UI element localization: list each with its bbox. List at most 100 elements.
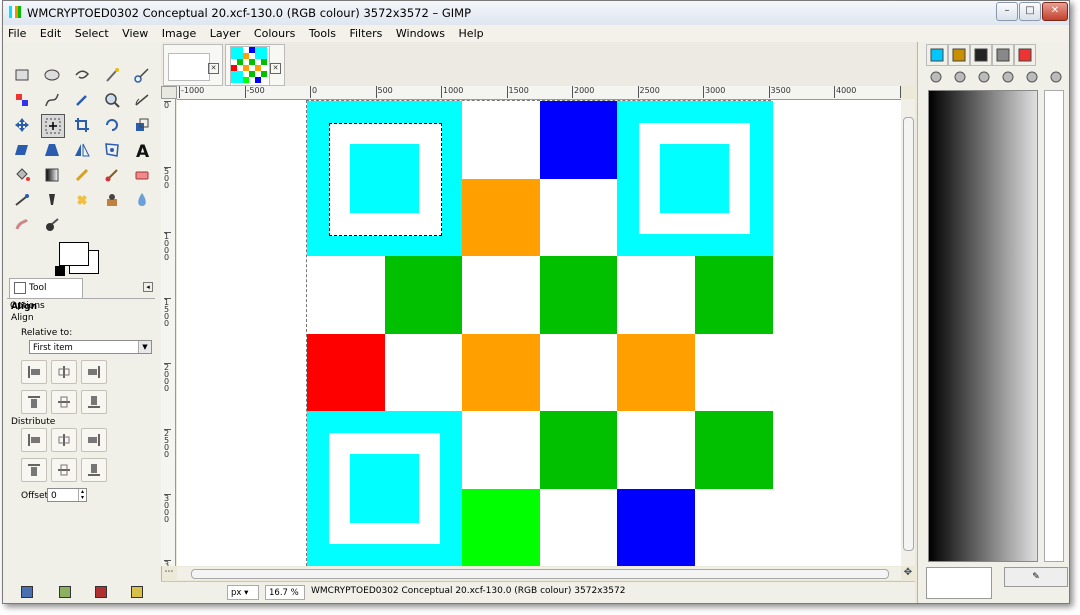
align-top-edge-button[interactable]: [21, 390, 47, 414]
eraser-tool[interactable]: [131, 164, 153, 186]
zoom-tool[interactable]: [101, 89, 123, 111]
layers-dock-tab[interactable]: [926, 67, 946, 87]
distribute-top-button[interactable]: [21, 458, 47, 482]
crop-tool[interactable]: [71, 114, 93, 136]
menu-tools[interactable]: Tools: [304, 25, 341, 42]
pencil-tool[interactable]: [71, 164, 93, 186]
menu-colours[interactable]: Colours: [249, 25, 300, 42]
colormap-dock-tab[interactable]: [998, 67, 1018, 87]
airbrush-tool[interactable]: [11, 189, 33, 211]
align-middle-button[interactable]: [51, 390, 77, 414]
brushes-tab[interactable]: [926, 44, 948, 66]
close-button[interactable]: ✕: [1042, 2, 1068, 21]
vertical-ruler[interactable]: 0 500 1000 1500 2000 2500 3000 3500: [161, 99, 176, 566]
dock-edit-button[interactable]: ✎: [1004, 567, 1068, 587]
palettes-tab[interactable]: [1014, 44, 1036, 66]
move-tool[interactable]: [11, 114, 33, 136]
scroll-thumb[interactable]: [903, 117, 914, 551]
paths-dock-dock-tab[interactable]: [974, 67, 994, 87]
undo-dock-tab[interactable]: [1046, 67, 1066, 87]
close-icon[interactable]: ✕: [208, 63, 219, 74]
default-colors-icon[interactable]: [55, 266, 65, 276]
gradient-preview[interactable]: [928, 90, 1038, 562]
ellipse-select-tool[interactable]: [41, 64, 63, 86]
menu-help[interactable]: Help: [454, 25, 489, 42]
color-picker-tool[interactable]: [71, 89, 93, 111]
measure-tool[interactable]: [131, 89, 153, 111]
close-icon[interactable]: ✕: [270, 63, 281, 74]
quick-mask-icon[interactable]: ⋯: [163, 567, 175, 580]
navigate-icon[interactable]: ✥: [901, 567, 915, 580]
shear-tool[interactable]: [11, 139, 33, 161]
canvas-area[interactable]: [177, 100, 901, 566]
menu-edit[interactable]: Edit: [35, 25, 66, 42]
paths-tool[interactable]: [41, 89, 63, 111]
smudge-tool[interactable]: [11, 214, 33, 236]
save-options-icon[interactable]: [21, 586, 33, 598]
delete-options-icon[interactable]: [95, 586, 107, 598]
blur-tool[interactable]: [131, 189, 153, 211]
rect-select-tool[interactable]: [11, 64, 33, 86]
minimize-button[interactable]: –: [996, 2, 1018, 21]
color-select-tool[interactable]: [11, 89, 33, 111]
gradients-tab[interactable]: [992, 44, 1014, 66]
text-tool[interactable]: A: [131, 139, 153, 161]
horizontal-scrollbar[interactable]: [177, 567, 901, 580]
restore-options-icon[interactable]: [59, 586, 71, 598]
menu-windows[interactable]: Windows: [391, 25, 450, 42]
scale-tool[interactable]: [131, 114, 153, 136]
rotate-tool[interactable]: [101, 114, 123, 136]
menu-image[interactable]: Image: [157, 25, 201, 42]
fuzzy-select-tool[interactable]: [101, 64, 123, 86]
reset-options-icon[interactable]: [131, 586, 143, 598]
perspective-tool[interactable]: [41, 139, 63, 161]
relative-to-select[interactable]: First item ▼: [29, 340, 152, 354]
paintbrush-tool[interactable]: [101, 164, 123, 186]
secondary-panel[interactable]: [1044, 90, 1064, 562]
dock-preview[interactable]: [926, 567, 992, 599]
ruler-corner[interactable]: [161, 86, 177, 99]
vertical-scrollbar[interactable]: [901, 99, 915, 566]
align-left-edge-button[interactable]: [21, 360, 47, 384]
distribute-middle-button[interactable]: [51, 458, 77, 482]
foreground-color-swatch[interactable]: [59, 242, 89, 266]
fg-bg-colors[interactable]: [55, 238, 105, 276]
image-tab-blank[interactable]: ✕: [163, 44, 223, 86]
menu-filters[interactable]: Filters: [344, 25, 387, 42]
maximize-button[interactable]: □: [1019, 2, 1041, 21]
heal-tool[interactable]: [71, 189, 93, 211]
lasso-tool[interactable]: [71, 64, 93, 86]
menu-file[interactable]: File: [3, 25, 31, 42]
align-bottom-edge-button[interactable]: [81, 390, 107, 414]
bucket-fill-tool[interactable]: [11, 164, 33, 186]
offset-input[interactable]: 0 ▴ ▾: [47, 488, 87, 502]
distribute-right-button[interactable]: [81, 428, 107, 452]
unit-select[interactable]: px ▾: [227, 585, 259, 600]
scroll-thumb[interactable]: [191, 569, 889, 579]
align-right-edge-button[interactable]: [81, 360, 107, 384]
zoom-select[interactable]: 16.7 %: [265, 585, 305, 600]
spin-arrows-icon[interactable]: ▴ ▾: [78, 489, 86, 501]
patterns-tab[interactable]: [948, 44, 970, 66]
clone-tool[interactable]: [101, 189, 123, 211]
fonts-tab[interactable]: [970, 44, 992, 66]
histogram-dock-tab[interactable]: [1022, 67, 1042, 87]
horizontal-ruler[interactable]: -1000 -500 0 500 1000 1500 2000 2500 3000 3500 400…: [177, 86, 901, 100]
distribute-left-button[interactable]: [21, 428, 47, 452]
menu-view[interactable]: View: [117, 25, 153, 42]
align-center-vertical-button[interactable]: [51, 360, 77, 384]
image-canvas[interactable]: [306, 100, 773, 566]
channels-dock-tab[interactable]: [950, 67, 970, 87]
dodge-tool[interactable]: [41, 214, 63, 236]
distribute-center-button[interactable]: [51, 428, 77, 452]
tool-options-tab[interactable]: Tool Options: [9, 278, 83, 311]
ink-tool[interactable]: [41, 189, 63, 211]
distribute-bottom-button[interactable]: [81, 458, 107, 482]
blend-tool[interactable]: [41, 164, 63, 186]
menu-layer[interactable]: Layer: [205, 25, 246, 42]
scissors-tool[interactable]: [131, 64, 153, 86]
align-tool[interactable]: [41, 114, 65, 138]
cage-tool[interactable]: [101, 139, 123, 161]
menu-select[interactable]: Select: [70, 25, 114, 42]
tab-menu-icon[interactable]: ◂: [143, 282, 153, 292]
